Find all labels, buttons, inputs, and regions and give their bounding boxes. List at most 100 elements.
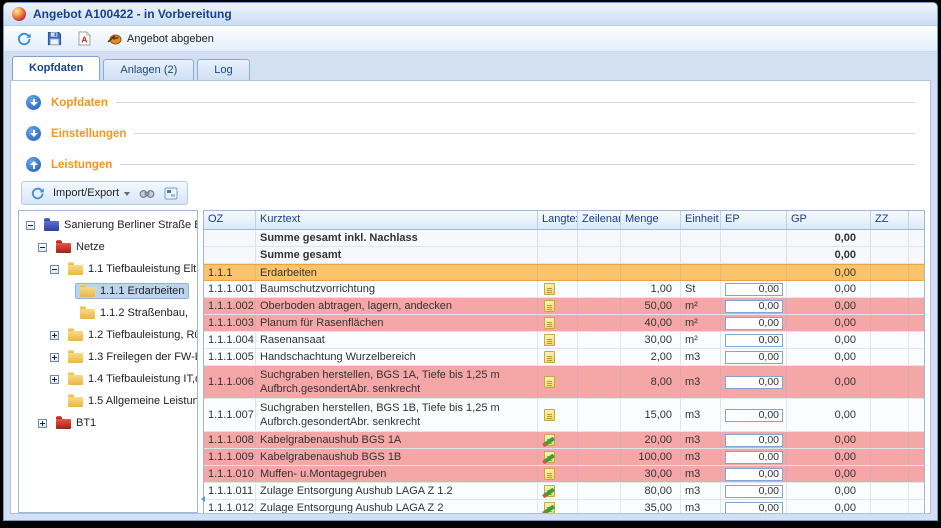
ep-input[interactable] — [725, 485, 783, 498]
tree-node-body[interactable]: 1.5 Allgemeine Leistun — [63, 393, 197, 409]
ep-input[interactable] — [725, 334, 783, 347]
tree-node[interactable]: Netze — [19, 236, 197, 258]
ep-input[interactable] — [725, 376, 783, 389]
tree-expander-icon[interactable] — [38, 419, 47, 428]
tree-expander-icon[interactable] — [50, 331, 59, 340]
cell-einheit: m3 — [681, 399, 721, 431]
tree-node-body[interactable]: 1.1.1 Erdarbeiten — [75, 283, 189, 299]
column-header-zeilenart[interactable]: Zeilenart — [578, 211, 621, 229]
tree-expander-icon[interactable] — [50, 375, 59, 384]
langtext-note-icon[interactable] — [544, 351, 555, 363]
structure-view-button[interactable] — [164, 187, 178, 200]
tree-node[interactable]: 1.5 Allgemeine Leistun — [19, 390, 197, 412]
table-row[interactable]: Summe gesamt — [204, 247, 924, 264]
arrow-up-circle-icon[interactable] — [26, 157, 41, 172]
langtext-note-icon[interactable] — [544, 409, 555, 421]
tree-node[interactable]: BT1 — [19, 412, 197, 434]
import-export-dropdown[interactable]: Import/Export — [53, 187, 130, 199]
langtext-note-icon[interactable] — [544, 468, 555, 480]
tree-node-body[interactable]: 1.1.2 Straßenbau, — [75, 305, 193, 321]
tree-node-body[interactable]: 1.4 Tiefbauleistung IT,o — [63, 371, 197, 387]
arrow-down-circle-icon[interactable] — [26, 126, 41, 141]
tree-node[interactable]: Sanierung Berliner Straße Ber — [19, 214, 197, 236]
ep-input[interactable] — [725, 502, 783, 514]
tree-node-body[interactable]: Sanierung Berliner Straße Ber — [39, 217, 197, 233]
import-export-label: Import/Export — [53, 187, 119, 199]
table-row[interactable]: 1.1.1.011 Zulage Entsorgung Aushub LAGA … — [204, 483, 924, 500]
table-row[interactable]: 1.1.1.009 Kabelgrabenaushub BGS 1B 100,0… — [204, 449, 924, 466]
tree-expander-icon[interactable] — [50, 353, 59, 362]
table-row[interactable]: 1.1.1.004 Rasenansaat 30,00 — [204, 332, 924, 349]
table-row[interactable]: 1.1.1.006 Suchgraben herstellen, BGS 1A,… — [204, 366, 924, 399]
table-row[interactable]: 1.1.1.005 Handschachtung Wurzelbereich 2… — [204, 349, 924, 366]
tree-node-body[interactable]: 1.1 Tiefbauleistung Elt, — [63, 261, 197, 277]
tree-node-body[interactable]: 1.2 Tiefbauleistung, Rü — [63, 327, 197, 343]
search-positions-button[interactable] — [139, 186, 155, 200]
column-header-menge[interactable]: Menge — [621, 211, 681, 229]
tree-grid-splitter[interactable] — [198, 210, 203, 513]
langtext-note-icon[interactable] — [544, 376, 555, 388]
tree-node[interactable]: 1.1 Tiefbauleistung Elt, — [19, 258, 197, 280]
tree-node-body[interactable]: 1.3 Freilegen der FW-L — [63, 349, 197, 365]
column-header-langtext[interactable]: Langtext — [538, 211, 578, 229]
tree-node[interactable]: 1.1.1 Erdarbeiten — [19, 280, 197, 302]
tree-expander-icon[interactable] — [26, 221, 35, 230]
tree-node-body[interactable]: BT1 — [51, 415, 101, 431]
table-row[interactable]: Summe gesamt inkl. Nachlass — [204, 230, 924, 247]
pdf-export-button[interactable]: A — [73, 29, 96, 48]
langtext-note-icon[interactable] — [544, 334, 555, 346]
column-header-oz[interactable]: OZ — [204, 211, 256, 229]
table-row[interactable]: 1.1.1.001 Baumschutzvorrichtung 1,00 — [204, 281, 924, 298]
tab-anlagen[interactable]: Anlagen (2) — [103, 59, 194, 80]
ep-input[interactable] — [725, 283, 783, 296]
table-row[interactable]: 1.1.1.010 Muffen- u.Montagegruben 30,00 — [204, 466, 924, 483]
refresh-button[interactable] — [31, 187, 44, 200]
tree-expander-icon[interactable] — [50, 265, 59, 274]
tab-log[interactable]: Log — [197, 59, 249, 80]
ep-input[interactable] — [725, 468, 783, 481]
section-header-leistungen[interactable]: Leistungen — [16, 149, 925, 180]
langtext-note-icon[interactable] — [544, 502, 555, 513]
langtext-note-icon[interactable] — [544, 317, 555, 329]
langtext-note-icon[interactable] — [544, 232, 555, 244]
table-row[interactable]: 1.1.1 Erdarbeiten — [204, 264, 924, 281]
langtext-note-icon[interactable] — [544, 267, 555, 279]
column-header-zz[interactable]: ZZ — [871, 211, 909, 229]
ep-input[interactable] — [725, 300, 783, 313]
langtext-note-icon[interactable] — [544, 451, 555, 463]
arrow-down-circle-icon[interactable] — [26, 95, 41, 110]
ep-input[interactable] — [725, 317, 783, 330]
tree-expander-icon[interactable] — [38, 243, 47, 252]
tree-node[interactable]: 1.1.2 Straßenbau, — [19, 302, 197, 324]
table-row[interactable]: 1.1.1.007 Suchgraben herstellen, BGS 1B,… — [204, 399, 924, 432]
tab-kopfdaten[interactable]: Kopfdaten — [12, 56, 100, 80]
section-header-einstellungen[interactable]: Einstellungen — [16, 118, 925, 149]
column-header-ep[interactable]: EP — [721, 211, 787, 229]
column-header-gp[interactable]: GP — [787, 211, 871, 229]
column-header-einheit[interactable]: Einheit — [681, 211, 721, 229]
langtext-note-icon[interactable] — [544, 283, 555, 295]
save-button[interactable] — [42, 29, 67, 48]
langtext-note-icon[interactable] — [544, 485, 555, 497]
langtext-note-icon[interactable] — [544, 300, 555, 312]
cell-oz: 1.1.1.006 — [204, 366, 256, 398]
refresh-button[interactable] — [12, 30, 36, 48]
table-row[interactable]: 1.1.1.008 Kabelgrabenaushub BGS 1A 20,00 — [204, 432, 924, 449]
langtext-note-icon[interactable] — [544, 249, 555, 261]
langtext-note-icon[interactable] — [544, 434, 555, 446]
tree-node[interactable]: 1.3 Freilegen der FW-L — [19, 346, 197, 368]
ep-input[interactable] — [725, 409, 783, 422]
table-row[interactable]: 1.1.1.002 Oberboden abtragen, lagern, an… — [204, 298, 924, 315]
tree-node[interactable]: 1.4 Tiefbauleistung IT,o — [19, 368, 197, 390]
ep-input[interactable] — [725, 434, 783, 447]
section-header-kopfdaten[interactable]: Kopfdaten — [16, 87, 925, 118]
ep-input[interactable] — [725, 351, 783, 364]
cell-langtext — [538, 432, 578, 448]
tree-node-body[interactable]: Netze — [51, 239, 110, 255]
table-row[interactable]: 1.1.1.003 Planum für Rasenflächen 40,00 — [204, 315, 924, 332]
table-row[interactable]: 1.1.1.012 Zulage Entsorgung Aushub LAGA … — [204, 500, 924, 513]
tree-node[interactable]: 1.2 Tiefbauleistung, Rü — [19, 324, 197, 346]
ep-input[interactable] — [725, 451, 783, 464]
submit-offer-button[interactable]: Angebot abgeben — [102, 30, 219, 47]
column-header-kurztext[interactable]: Kurztext — [256, 211, 538, 229]
